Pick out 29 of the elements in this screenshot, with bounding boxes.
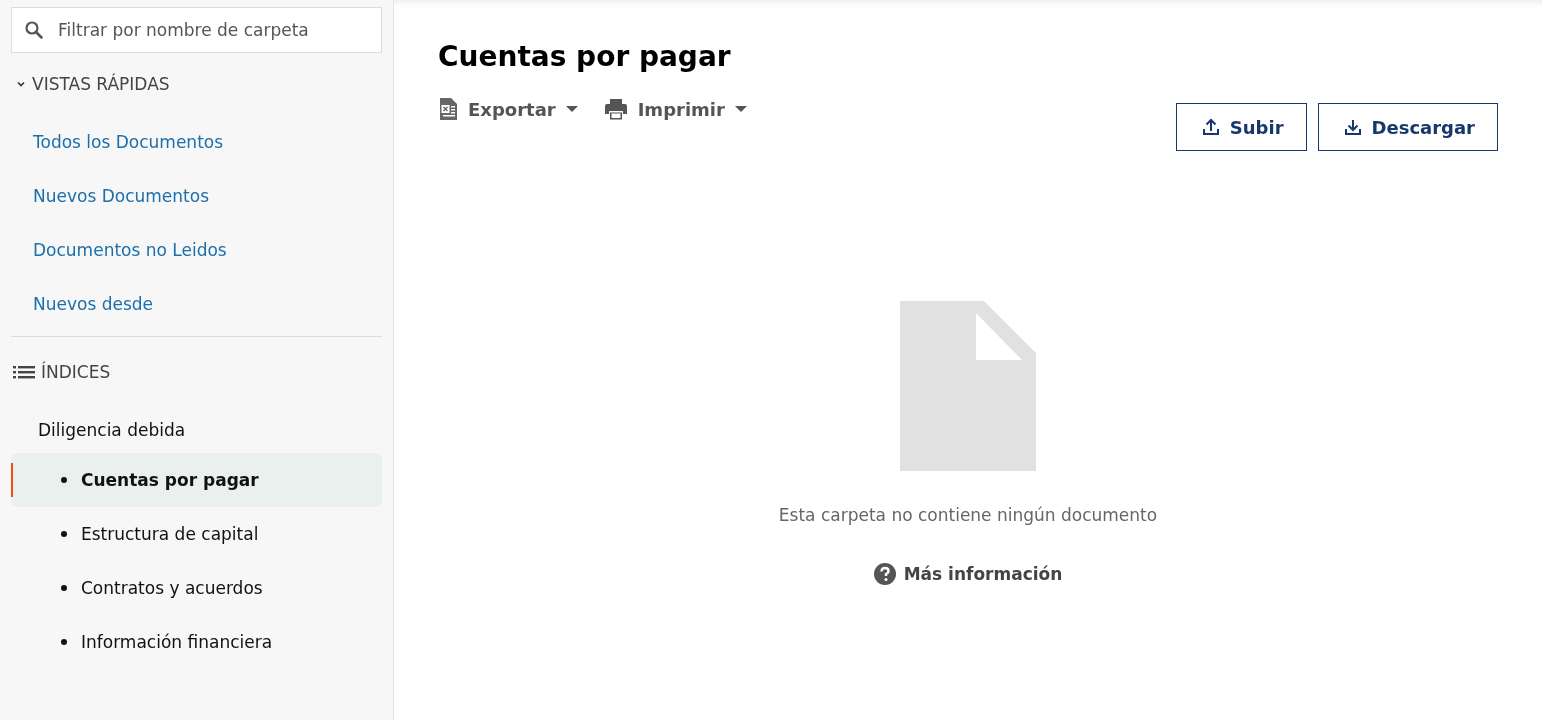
list-icon bbox=[13, 365, 35, 379]
quick-view-link[interactable]: Nuevos Documentos bbox=[11, 169, 209, 223]
toolbar-dropdown[interactable]: Imprimir bbox=[603, 97, 747, 121]
quick-view-link[interactable]: Todos los Documentos bbox=[11, 115, 224, 169]
section-title: VISTAS RÁPIDAS bbox=[32, 74, 170, 94]
download-icon bbox=[1343, 118, 1362, 136]
toolbar-dropdown[interactable]: Exportar bbox=[438, 97, 578, 121]
empty-document-icon bbox=[900, 301, 1036, 471]
caret-icon bbox=[565, 106, 578, 112]
quick-view-link[interactable]: Nuevos desde bbox=[11, 277, 154, 331]
search-field[interactable]: Filtrar por nombre de carpeta bbox=[11, 7, 382, 53]
download-button[interactable]: Descargar bbox=[1317, 103, 1498, 151]
upload-button[interactable]: Subir bbox=[1175, 103, 1307, 151]
quick-view-link[interactable]: Documentos no Leidos bbox=[11, 223, 227, 277]
folder-item[interactable]: Diligencia debida bbox=[11, 407, 382, 453]
caret-icon bbox=[734, 106, 747, 112]
more-info-link[interactable]: Más información bbox=[873, 563, 1063, 585]
section-title: ÍNDICES bbox=[41, 362, 111, 382]
upload-icon bbox=[1201, 118, 1220, 136]
subfolder-item[interactable]: Información financiera bbox=[11, 615, 382, 669]
page-title: Cuentas por pagar bbox=[438, 40, 732, 73]
subfolder-item[interactable]: Estructura de capital bbox=[11, 507, 382, 561]
subfolder-item[interactable]: Contratos y acuerdos bbox=[11, 561, 382, 615]
printer-icon bbox=[603, 98, 628, 120]
subfolder-item[interactable]: Cuentas por pagar bbox=[11, 453, 382, 507]
empty-message: Esta carpeta no contiene ningún documento bbox=[778, 505, 1158, 525]
spreadsheet-file-icon bbox=[438, 97, 458, 121]
chevron-down-icon[interactable] bbox=[16, 79, 26, 89]
help-icon bbox=[873, 563, 896, 585]
